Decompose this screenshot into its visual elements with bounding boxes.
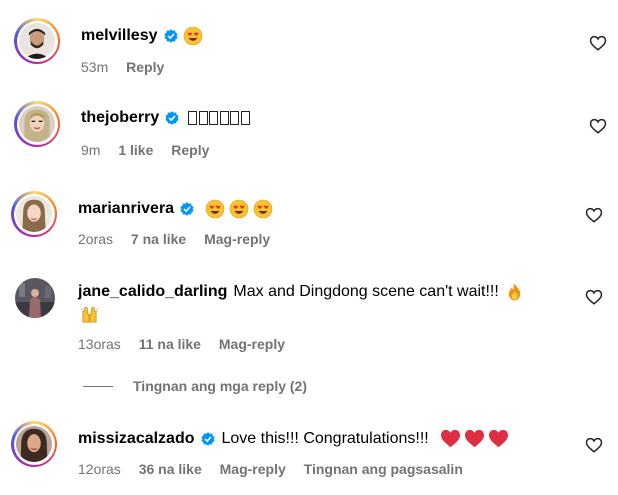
heart-outline-icon[interactable]: [589, 34, 607, 52]
like-count[interactable]: 7 na like: [131, 231, 186, 247]
comment-text: Love this!!! Congratulations!!!: [221, 429, 429, 447]
comment-time: 12oras: [78, 461, 121, 477]
verified-badge-icon: [200, 431, 215, 446]
heart-eyes-emoji-icon: [183, 26, 202, 46]
comment-time: 53m: [81, 59, 109, 75]
reply-button[interactable]: Mag-reply: [219, 336, 285, 352]
heart-outline-icon[interactable]: [589, 117, 607, 135]
unrendered-glyphs: [188, 111, 251, 125]
comment-text: Max and Dingdong scene can't wait!!!: [233, 283, 499, 300]
reply-button[interactable]: Mag-reply: [220, 461, 286, 477]
like-count[interactable]: 1 like: [118, 142, 153, 158]
username[interactable]: missizacalzado: [78, 430, 195, 448]
heart-outline-icon[interactable]: [585, 206, 603, 224]
like-count[interactable]: 36 na like: [139, 461, 202, 477]
reply-button[interactable]: Mag-reply: [204, 231, 270, 247]
heart-outline-icon[interactable]: [585, 288, 603, 306]
heart-eyes-emoji-icon: [229, 199, 249, 219]
reply-button[interactable]: Reply: [126, 59, 164, 75]
red-heart-emoji-icon: [440, 429, 460, 448]
fire-emoji-icon: [508, 283, 521, 301]
username[interactable]: melvillesy: [81, 27, 158, 45]
heart-eyes-emoji-icon: [205, 199, 225, 219]
red-heart-emoji-icon: [488, 429, 508, 448]
verified-badge-icon: [163, 29, 178, 43]
heart-outline-icon[interactable]: [585, 436, 603, 454]
reply-button[interactable]: Reply: [171, 142, 209, 158]
avatar[interactable]: [11, 421, 57, 467]
avatar[interactable]: [14, 18, 60, 64]
replies-divider: [83, 385, 113, 387]
comment-time: 13oras: [78, 336, 121, 352]
view-replies-label: Tingnan ang mga reply (2): [133, 378, 307, 394]
username[interactable]: thejoberry: [81, 109, 159, 127]
comment-time: 9m: [81, 142, 101, 158]
raised-hands-emoji-icon: [81, 306, 98, 323]
username[interactable]: jane_calido_darling: [78, 283, 227, 301]
comment-time: 2oras: [78, 231, 114, 247]
view-replies-button[interactable]: Tingnan ang mga reply (2): [83, 378, 307, 394]
verified-badge-icon: [165, 111, 179, 125]
red-heart-emoji-icon: [464, 429, 484, 448]
avatar[interactable]: [15, 278, 55, 318]
like-count[interactable]: 11 na like: [139, 336, 201, 352]
username[interactable]: marianrivera: [78, 200, 174, 218]
avatar[interactable]: [14, 101, 60, 147]
heart-eyes-emoji-icon: [253, 199, 273, 219]
see-translation-button[interactable]: Tingnan ang pagsasalin: [304, 461, 463, 477]
verified-badge-icon: [180, 202, 194, 216]
avatar[interactable]: [11, 191, 57, 237]
